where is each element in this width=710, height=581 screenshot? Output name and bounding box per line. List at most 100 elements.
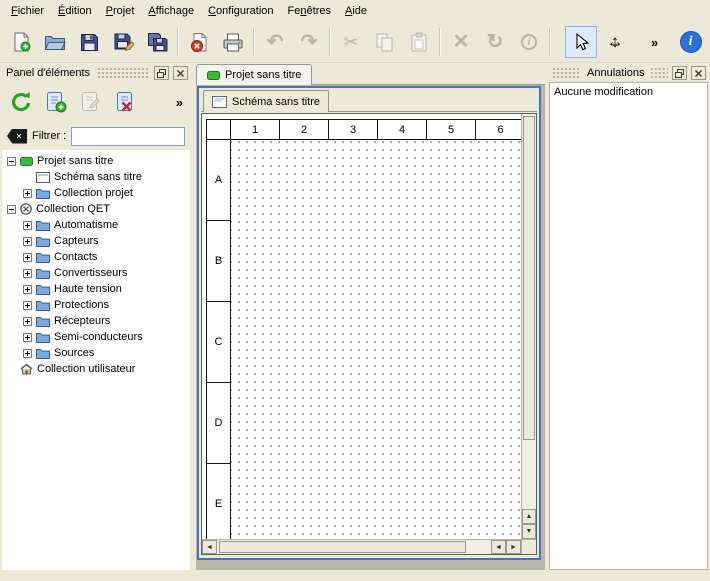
elements-panel-toolbar: » bbox=[2, 82, 190, 122]
cut-button[interactable]: ✂ bbox=[335, 26, 367, 58]
expand-expander-icon[interactable] bbox=[23, 237, 32, 246]
expand-expander-icon[interactable] bbox=[23, 285, 32, 294]
information-button[interactable]: i bbox=[513, 26, 545, 58]
select-tool-button[interactable] bbox=[565, 26, 597, 58]
delete-element-icon bbox=[114, 90, 138, 114]
edit-element-button[interactable] bbox=[75, 86, 107, 118]
horizontal-scrollbar[interactable]: ◄ ◄ ► bbox=[202, 539, 521, 554]
float-panel-button[interactable] bbox=[672, 66, 687, 80]
move-tool-button[interactable]: ↔↕ bbox=[599, 26, 631, 58]
save-button[interactable] bbox=[73, 26, 105, 58]
save-as-icon bbox=[113, 32, 134, 53]
menu-fichier[interactable]: Fichier bbox=[4, 2, 51, 20]
tree-item-collection-projet[interactable]: Collection projet bbox=[2, 185, 190, 201]
column-header: 1 bbox=[231, 120, 280, 140]
tab-schema-sans-titre[interactable]: Schéma sans titre bbox=[203, 90, 329, 112]
open-project-button[interactable] bbox=[39, 26, 71, 58]
tree-item-schema[interactable]: Schéma sans titre bbox=[2, 169, 190, 185]
tree-item-collection-utilisateur[interactable]: Collection utilisateur bbox=[2, 361, 190, 377]
menu-projet[interactable]: Projet bbox=[99, 2, 142, 20]
scroll-down-button[interactable]: ▼ bbox=[522, 524, 536, 539]
expand-expander-icon[interactable] bbox=[23, 253, 32, 262]
close-panel-button[interactable] bbox=[173, 66, 188, 80]
tree-item-collection-qet[interactable]: Collection QET bbox=[2, 201, 190, 217]
undo-button[interactable]: ↶ bbox=[259, 26, 291, 58]
tree-item-recepteurs[interactable]: Récepteurs bbox=[2, 313, 190, 329]
close-file-button[interactable] bbox=[183, 26, 215, 58]
tree-item-label: Capteurs bbox=[54, 235, 99, 247]
tree-item-semi-conducteurs[interactable]: Semi-conducteurs bbox=[2, 329, 190, 345]
expand-expander-icon[interactable] bbox=[23, 333, 32, 342]
tree-item-protections[interactable]: Protections bbox=[2, 297, 190, 313]
scroll-up-button[interactable]: ▲ bbox=[522, 509, 536, 524]
print-button[interactable] bbox=[217, 26, 249, 58]
close-panel-button[interactable] bbox=[691, 66, 706, 80]
clear-filter-button[interactable] bbox=[7, 129, 27, 144]
column-header: 4 bbox=[378, 120, 427, 140]
column-header: 2 bbox=[280, 120, 329, 140]
expand-expander-icon[interactable] bbox=[23, 301, 32, 310]
menu-fenetres[interactable]: Fenêtres bbox=[281, 2, 338, 20]
reload-collections-button[interactable] bbox=[5, 86, 37, 118]
tree-item-project[interactable]: Projet sans titre bbox=[2, 153, 190, 169]
delete-element-button[interactable] bbox=[110, 86, 142, 118]
collapse-expander-icon[interactable] bbox=[7, 205, 16, 214]
panel-toolbar-overflow-button[interactable]: » bbox=[176, 95, 187, 110]
save-all-button[interactable] bbox=[141, 26, 173, 58]
diagram-viewport[interactable]: 1 2 3 4 5 6 A B C D E bbox=[202, 114, 521, 539]
folder-icon bbox=[36, 316, 50, 327]
paste-button[interactable] bbox=[403, 26, 435, 58]
rotate-icon: ↻ bbox=[487, 32, 504, 52]
scroll-right-button[interactable]: ► bbox=[506, 540, 521, 554]
home-icon bbox=[20, 363, 33, 375]
dock-grip[interactable] bbox=[551, 68, 581, 78]
menu-affichage[interactable]: Affichage bbox=[141, 2, 201, 20]
save-as-button[interactable] bbox=[107, 26, 139, 58]
tab-projet-sans-titre[interactable]: Projet sans titre bbox=[196, 64, 312, 85]
expand-expander-icon[interactable] bbox=[23, 221, 32, 230]
tree-item-convertisseurs[interactable]: Convertisseurs bbox=[2, 265, 190, 281]
tree-item-capteurs[interactable]: Capteurs bbox=[2, 233, 190, 249]
scroll-left-button-2[interactable]: ◄ bbox=[491, 540, 506, 554]
expand-expander-icon[interactable] bbox=[23, 269, 32, 278]
expand-expander-icon[interactable] bbox=[23, 189, 32, 198]
folder-icon bbox=[36, 220, 50, 231]
redo-button[interactable]: ↷ bbox=[293, 26, 325, 58]
collapse-expander-icon[interactable] bbox=[7, 157, 16, 166]
menu-aide[interactable]: Aide bbox=[338, 2, 374, 20]
new-document-button[interactable] bbox=[5, 26, 37, 58]
menu-configuration[interactable]: Configuration bbox=[201, 2, 280, 20]
undo-panel-titlebar[interactable]: Annulations bbox=[549, 64, 708, 82]
tree-item-contacts[interactable]: Contacts bbox=[2, 249, 190, 265]
schema-tabbar: Schéma sans titre bbox=[201, 90, 537, 112]
expand-expander-icon[interactable] bbox=[23, 349, 32, 358]
vertical-scrollbar[interactable]: ▲ ▼ bbox=[521, 114, 536, 539]
scroll-left-button[interactable]: ◄ bbox=[202, 540, 217, 554]
tree-item-sources[interactable]: Sources bbox=[2, 345, 190, 361]
delete-button[interactable]: ✕ bbox=[445, 26, 477, 58]
grid-dots-area[interactable] bbox=[231, 140, 521, 539]
vertical-scroll-thumb[interactable] bbox=[523, 116, 535, 440]
toolbar-overflow-button[interactable]: » bbox=[647, 33, 662, 52]
rotate-button[interactable]: ↻ bbox=[479, 26, 511, 58]
dock-grip[interactable] bbox=[651, 68, 669, 78]
expand-expander-icon[interactable] bbox=[23, 317, 32, 326]
project-icon bbox=[207, 71, 220, 80]
menu-edition[interactable]: Édition bbox=[51, 2, 99, 20]
menu-label: onfiguration bbox=[216, 5, 274, 17]
tree-item-automatisme[interactable]: Automatisme bbox=[2, 217, 190, 233]
dock-grip[interactable] bbox=[96, 68, 150, 78]
help-button[interactable]: i bbox=[676, 26, 705, 58]
horizontal-scroll-thumb[interactable] bbox=[219, 541, 466, 553]
filter-input[interactable] bbox=[71, 127, 185, 146]
elements-panel-titlebar[interactable]: Panel d'éléments bbox=[2, 64, 190, 82]
float-panel-button[interactable] bbox=[154, 66, 169, 80]
new-element-button[interactable] bbox=[40, 86, 72, 118]
copy-button[interactable] bbox=[369, 26, 401, 58]
undo-history-list: Aucune modification bbox=[549, 82, 708, 570]
tree-item-haute-tension[interactable]: Haute tension bbox=[2, 281, 190, 297]
vertical-scroll-track[interactable] bbox=[522, 114, 536, 509]
horizontal-scroll-track[interactable] bbox=[217, 540, 491, 554]
undo-list-item[interactable]: Aucune modification bbox=[550, 83, 707, 101]
folder-icon bbox=[36, 348, 50, 359]
